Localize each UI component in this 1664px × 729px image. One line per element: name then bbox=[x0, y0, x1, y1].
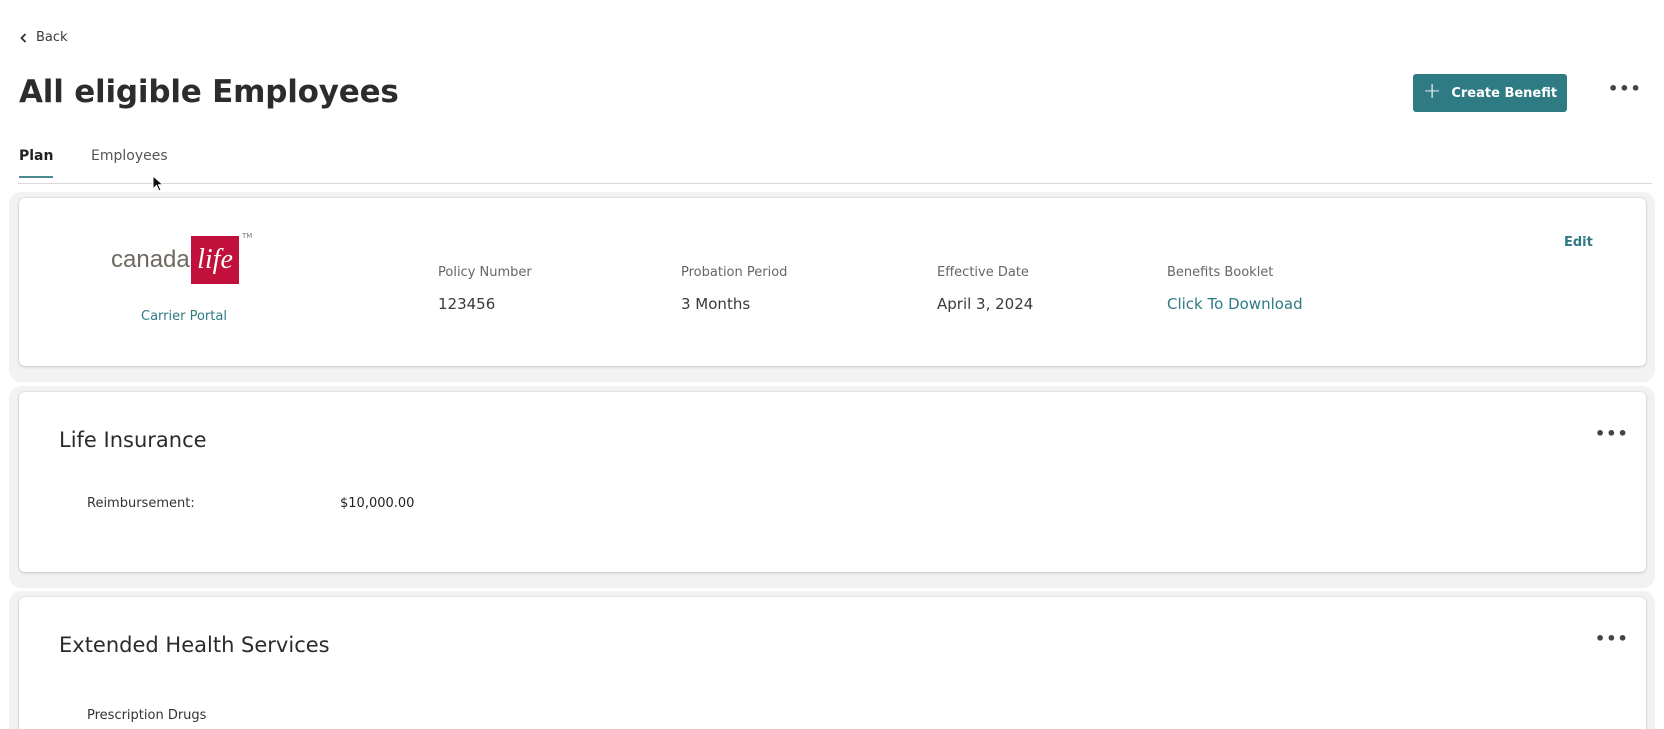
field-value: 123456 bbox=[438, 295, 496, 313]
probation-period-field: Probation Period 3 Months bbox=[681, 265, 787, 313]
download-booklet-link[interactable]: Click To Download bbox=[1167, 295, 1303, 313]
create-benefit-label: Create Benefit bbox=[1451, 85, 1558, 101]
more-options-icon[interactable]: ••• bbox=[1595, 424, 1629, 443]
chevron-left-icon bbox=[20, 32, 27, 43]
back-label: Back bbox=[36, 30, 68, 45]
field-value: 3 Months bbox=[681, 295, 751, 313]
plus-icon: + bbox=[1422, 79, 1442, 104]
carrier-card: canada life TM Carrier Portal Policy Num… bbox=[19, 198, 1646, 366]
reimbursement-value: $10,000.00 bbox=[340, 496, 415, 511]
page-title: All eligible Employees bbox=[19, 74, 399, 110]
section-title: Extended Health Services bbox=[59, 633, 330, 657]
logo-mark: life bbox=[191, 236, 239, 284]
effective-date-field: Effective Date April 3, 2024 bbox=[937, 265, 1033, 313]
field-label: Probation Period bbox=[681, 265, 788, 280]
back-link[interactable]: Back bbox=[18, 30, 68, 45]
policy-number-field: Policy Number 123456 bbox=[438, 265, 532, 313]
logo-text: canada bbox=[111, 246, 190, 273]
edit-carrier-button[interactable]: Edit bbox=[1564, 235, 1593, 250]
more-options-icon[interactable]: ••• bbox=[1595, 629, 1629, 648]
create-benefit-button[interactable]: + Create Benefit bbox=[1413, 74, 1567, 112]
more-options-icon[interactable]: ••• bbox=[1608, 81, 1641, 102]
field-label: Effective Date bbox=[937, 265, 1029, 280]
section-title: Life Insurance bbox=[59, 428, 207, 452]
tab-plan[interactable]: Plan bbox=[19, 148, 54, 178]
field-value: April 3, 2024 bbox=[937, 295, 1034, 313]
canada-life-logo: canada life TM bbox=[111, 232, 261, 286]
logo-trademark: TM bbox=[242, 232, 253, 240]
extended-health-card: Extended Health Services ••• Prescriptio… bbox=[19, 597, 1646, 729]
prescription-drugs-label: Prescription Drugs bbox=[87, 708, 207, 723]
mouse-cursor-icon bbox=[152, 175, 164, 192]
field-label: Policy Number bbox=[438, 265, 532, 280]
reimbursement-label: Reimbursement: bbox=[87, 496, 195, 511]
benefits-plan-page: Back All eligible Employees + Create Ben… bbox=[0, 0, 1664, 729]
field-label: Benefits Booklet bbox=[1167, 265, 1274, 280]
tab-bar: Plan Employees bbox=[18, 138, 1652, 184]
benefits-booklet-field: Benefits Booklet Click To Download bbox=[1167, 265, 1303, 313]
tab-employees[interactable]: Employees bbox=[91, 148, 168, 176]
life-insurance-card: Life Insurance ••• Reimbursement: $10,00… bbox=[19, 392, 1646, 572]
carrier-portal-link[interactable]: Carrier Portal bbox=[141, 309, 227, 324]
